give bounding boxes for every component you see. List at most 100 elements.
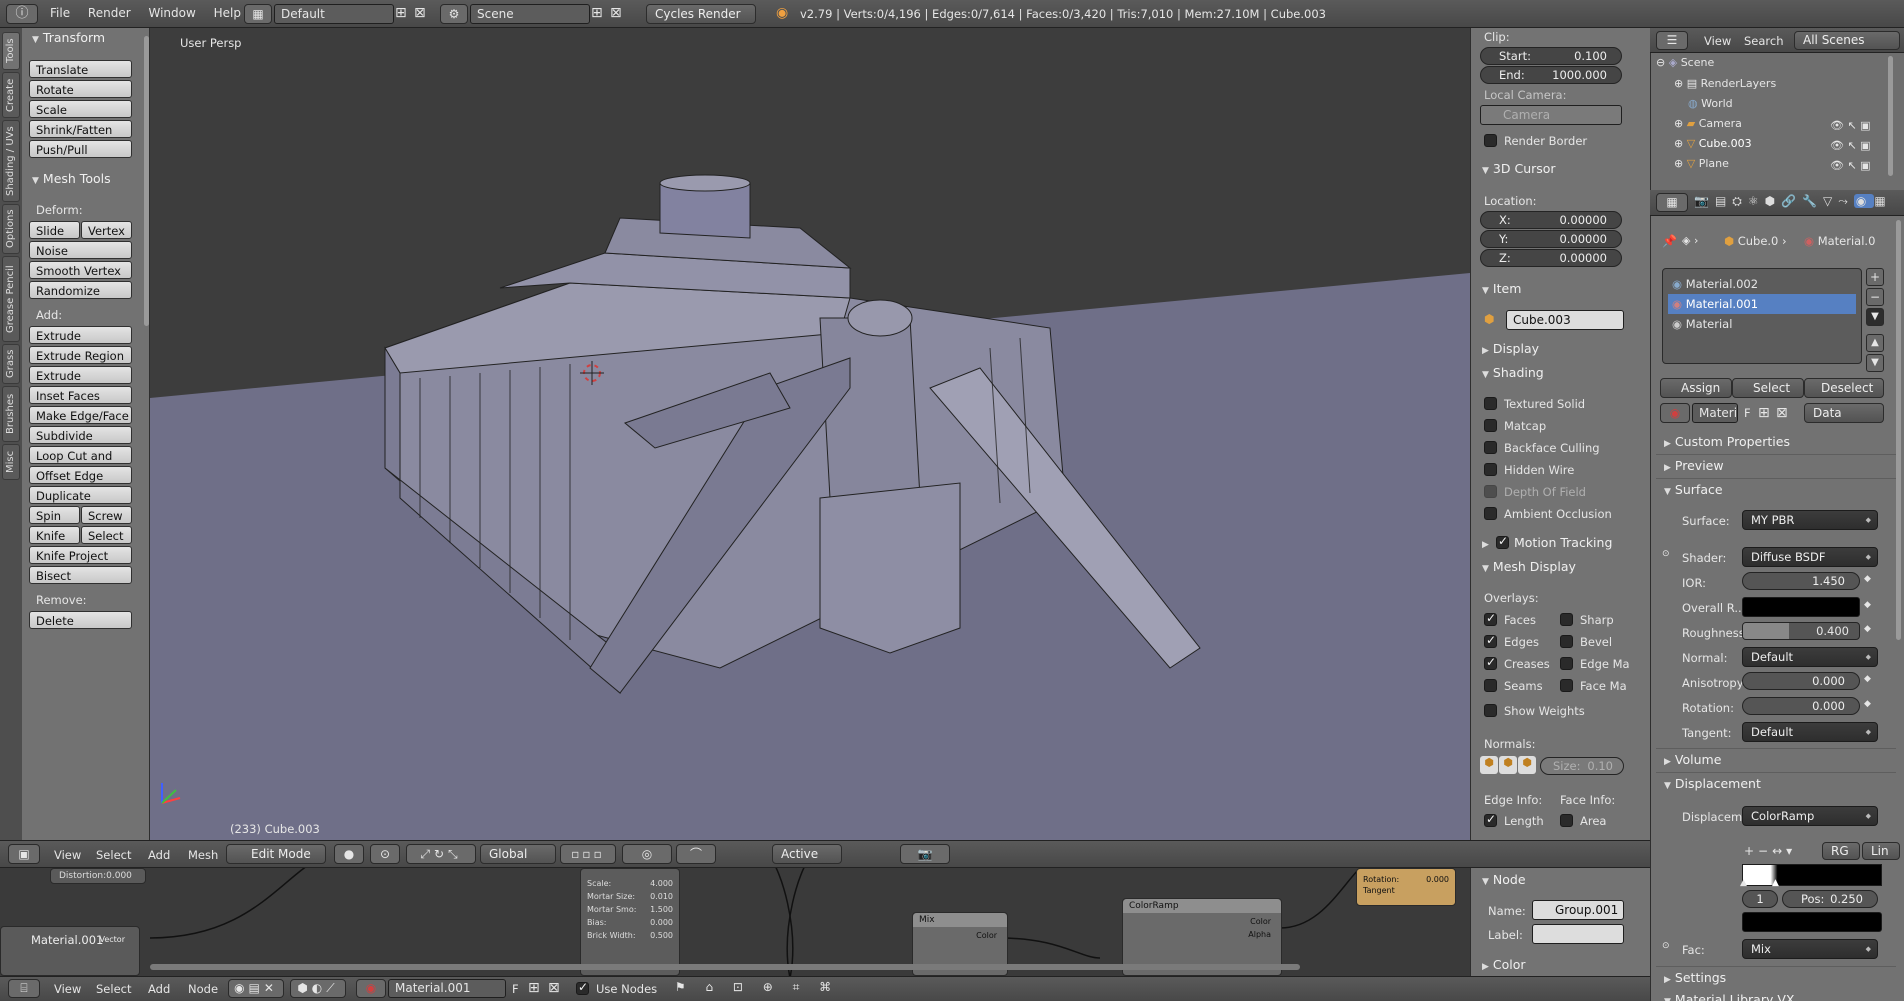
editor-type-node-icon[interactable]: ⌸ xyxy=(8,979,40,998)
node-header-tools-icons[interactable]: ⚑ ⌂ xyxy=(668,979,728,998)
tab-options[interactable]: Options xyxy=(2,204,20,254)
pivot-icon[interactable]: ⊙ xyxy=(370,844,400,864)
move-slot-up-icon[interactable]: ▲ xyxy=(1866,334,1884,352)
material-library-header[interactable]: ▼Material Library VX xyxy=(1664,992,1794,1001)
proportional-edit-icon[interactable]: ◎ xyxy=(622,844,672,864)
ramp-stop-color-swatch[interactable] xyxy=(1742,912,1882,932)
shader-dropdown[interactable]: Diffuse BSDF xyxy=(1742,547,1878,567)
ior-link-icon[interactable]: ◆ xyxy=(1864,574,1871,584)
item-panel-header[interactable]: ▼ Item xyxy=(1482,281,1521,296)
colorramp-tools-icons[interactable]: +−↔▾ xyxy=(1744,844,1796,858)
add-slot-icon[interactable]: + xyxy=(1866,268,1884,286)
outliner-item-plane[interactable]: ⊕ ▽ Plane xyxy=(1674,157,1729,170)
ramp-active-index-field[interactable]: 1 xyxy=(1742,890,1778,908)
mesh-tools-panel-header[interactable]: ▼ Mesh Tools xyxy=(32,171,111,186)
editor-type-icon[interactable]: ⓘ xyxy=(6,4,38,24)
select-mode-icons[interactable]: ▫▫▫ xyxy=(560,844,616,864)
outliner-item-world[interactable]: ◍ World xyxy=(1688,97,1733,110)
unlink-material-icon[interactable]: ⊠ xyxy=(548,980,560,996)
shrink-fatten-button[interactable]: Shrink/Fatten xyxy=(29,120,132,138)
material-slot-item-selected[interactable]: ◉ Material.001 xyxy=(1668,294,1856,314)
tab-misc[interactable]: Misc xyxy=(2,444,20,480)
unlink-material-icon[interactable]: ⊠ xyxy=(1776,405,1788,421)
outliner-menu-search[interactable]: Search xyxy=(1744,34,1784,48)
menu-render[interactable]: Render xyxy=(88,6,131,20)
roughness-link-icon[interactable]: ◆ xyxy=(1864,624,1871,634)
node-menu-view[interactable]: View xyxy=(54,982,81,996)
offset-edge-slide-button[interactable]: Offset Edge Slide xyxy=(29,466,132,501)
normal-dropdown[interactable]: Default xyxy=(1742,647,1878,667)
inset-faces-button[interactable]: Inset Faces xyxy=(29,386,132,404)
rotation-field[interactable]: 0.000 xyxy=(1742,697,1860,715)
edge-marks-overlay-checkbox[interactable] xyxy=(1560,657,1573,670)
snap-target-dropdown[interactable]: Active xyxy=(772,844,842,864)
ramp-interpolation-dropdown[interactable]: Lin xyxy=(1862,842,1900,860)
menu-help[interactable]: Help xyxy=(214,6,241,20)
ior-field[interactable]: 1.450 xyxy=(1742,572,1860,590)
remove-scene-icon[interactable]: ⊠ xyxy=(610,5,622,21)
assign-button[interactable]: Assign xyxy=(1660,378,1732,398)
layout-field[interactable]: Default xyxy=(274,4,394,24)
node-material-field[interactable]: Material.001 xyxy=(388,979,506,998)
fake-user-button[interactable]: F xyxy=(1744,406,1751,420)
scene-field[interactable]: Scene xyxy=(470,4,590,24)
backface-culling-checkbox[interactable] xyxy=(1484,441,1497,454)
knife-project-button[interactable]: Knife Project xyxy=(29,546,132,564)
display-panel-header[interactable]: ▶ Display xyxy=(1482,341,1539,356)
surface-dropdown[interactable]: MY PBR xyxy=(1742,510,1878,530)
remove-slot-icon[interactable]: − xyxy=(1866,288,1884,306)
tab-brushes[interactable]: Brushes xyxy=(2,386,20,442)
outliner-filter-dropdown[interactable]: All Scenes xyxy=(1794,31,1900,50)
seams-overlay-checkbox[interactable] xyxy=(1484,679,1497,692)
clip-start-field[interactable]: Start: 0.100 xyxy=(1480,47,1622,65)
properties-context-tabs[interactable]: 📷▤⛭⚛⬢🔗🔧▽⤳ ◉ ▦ xyxy=(1694,194,1892,209)
surface-header[interactable]: ▼ Surface xyxy=(1664,482,1723,497)
orientation-dropdown[interactable]: Global xyxy=(480,844,556,864)
node-label-field[interactable] xyxy=(1532,924,1624,944)
toolshelf-scrollbar[interactable] xyxy=(144,36,149,326)
noise-button[interactable]: Noise xyxy=(29,241,132,259)
creases-overlay-checkbox[interactable] xyxy=(1484,655,1497,670)
sharp-overlay-checkbox[interactable] xyxy=(1560,613,1573,626)
subdivide-button[interactable]: Subdivide xyxy=(29,426,132,444)
ramp-stop-handle[interactable]: ▲ xyxy=(1740,878,1747,888)
randomize-button[interactable]: Randomize xyxy=(29,281,132,299)
face-normals-icon[interactable]: ⬢ xyxy=(1518,756,1536,774)
shading-panel-header[interactable]: ▼ Shading xyxy=(1482,365,1544,380)
material-slot-item[interactable]: ◉ Material.002 xyxy=(1668,274,1856,294)
vertex-slide-button[interactable]: Vertex xyxy=(81,221,132,239)
deselect-button[interactable]: Deselect xyxy=(1804,378,1884,398)
layout-icon[interactable]: ▦ xyxy=(244,4,272,24)
breadcrumb-material[interactable]: ◉ Material.0 xyxy=(1804,234,1875,248)
knife-button[interactable]: Knife xyxy=(29,526,80,544)
cursor-x-field[interactable]: X: 0.00000 xyxy=(1480,211,1622,229)
rotate-button[interactable]: Rotate xyxy=(29,80,132,98)
displacement-header[interactable]: ▼ Displacement xyxy=(1664,776,1761,791)
editor-type-3dview-icon[interactable]: ▣ xyxy=(8,844,40,864)
bisect-button[interactable]: Bisect xyxy=(29,566,132,584)
roughness-slider[interactable]: 0.400 xyxy=(1742,622,1860,640)
node-editor-hscrollbar[interactable] xyxy=(150,964,1300,970)
use-nodes-checkbox[interactable] xyxy=(576,980,589,995)
breadcrumb-object[interactable]: ⬢ Cube.0 › xyxy=(1724,234,1787,248)
extrude-dropdown[interactable]: Extrude xyxy=(29,326,132,344)
outliner-item-renderlayers[interactable]: ⊕ ▤ RenderLayers xyxy=(1674,77,1776,90)
length-checkbox[interactable] xyxy=(1484,812,1497,827)
distortion-node[interactable]: Distortion:0.000 xyxy=(50,868,146,884)
colorramp-gradient[interactable] xyxy=(1742,864,1882,886)
menu-select[interactable]: Select xyxy=(96,848,131,862)
new-material-icon[interactable]: ⊞ xyxy=(528,980,540,996)
ambient-occlusion-checkbox[interactable] xyxy=(1484,507,1497,520)
area-checkbox[interactable] xyxy=(1560,814,1573,827)
custom-properties-header[interactable]: ▶ Custom Properties xyxy=(1664,434,1790,449)
motion-tracking-checkbox[interactable] xyxy=(1496,534,1509,549)
screw-button[interactable]: Screw xyxy=(81,506,132,524)
color-swatch[interactable] xyxy=(1742,597,1860,617)
remove-layout-icon[interactable]: ⊠ xyxy=(414,5,426,21)
vertex-normals-icon[interactable]: ⬢ xyxy=(1480,756,1498,774)
node-snap-icons[interactable]: ⊡ ⊕ ⌗ ⌘ xyxy=(726,979,846,998)
extrude-individual-button[interactable]: Extrude Individual xyxy=(29,366,132,401)
tab-tools[interactable]: Tools xyxy=(2,32,20,70)
add-scene-icon[interactable]: ⊞ xyxy=(591,5,603,21)
outliner-menu-view[interactable]: View xyxy=(1704,34,1731,48)
